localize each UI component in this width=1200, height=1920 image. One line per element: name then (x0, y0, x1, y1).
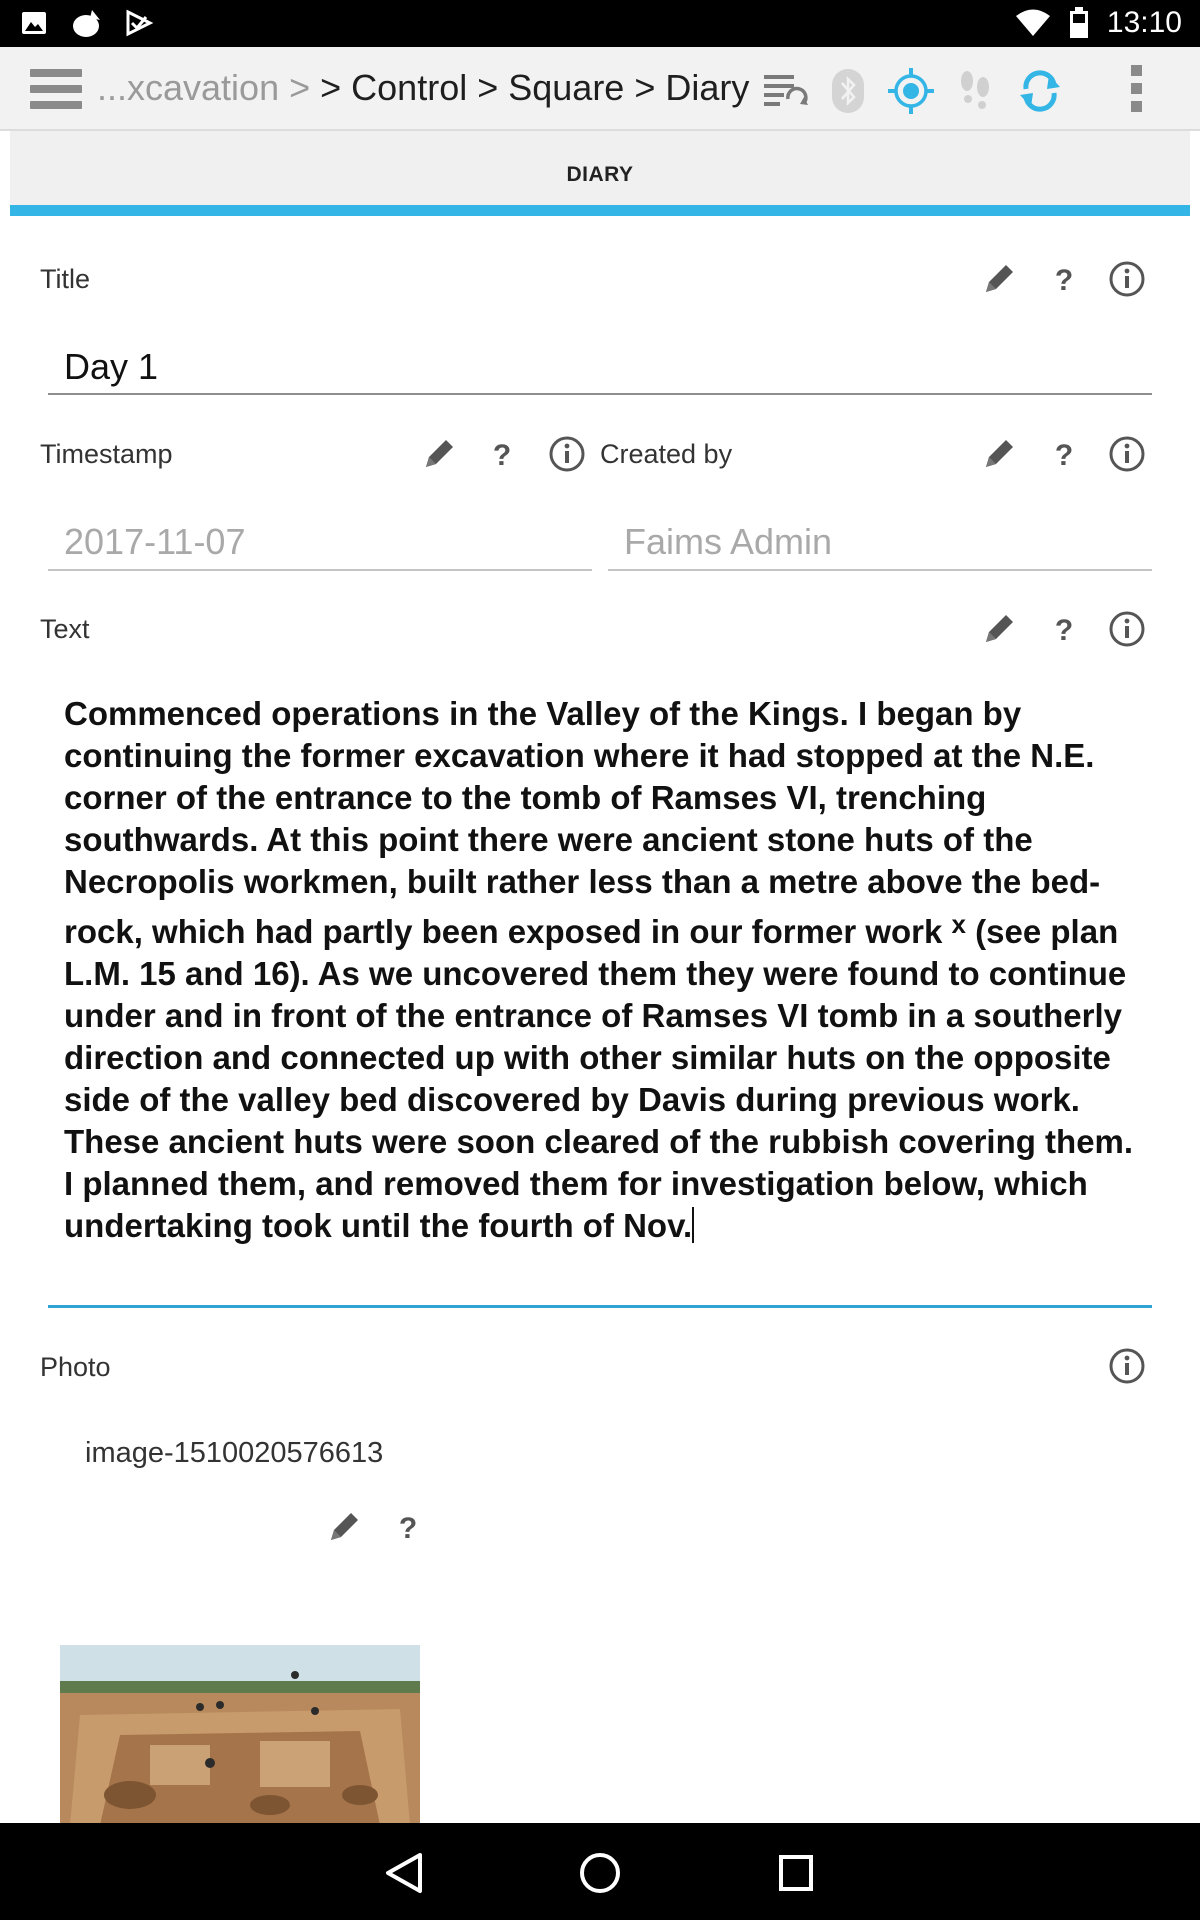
question-mark-icon[interactable]: ? (483, 435, 521, 473)
timestamp-label: Timestamp (40, 439, 173, 469)
download-done-notification-icon (126, 9, 154, 37)
timestamp-input: 2017-11-07 (64, 521, 246, 562)
bluetooth-icon[interactable] (824, 67, 872, 115)
clock: 13:10 (1106, 6, 1182, 39)
breadcrumb-current[interactable]: > Control > Square > Diary (320, 67, 749, 108)
svg-text:?: ? (493, 439, 511, 472)
info-icon[interactable] (1108, 435, 1146, 473)
text-cursor (692, 1207, 695, 1243)
image-notification-icon (22, 12, 46, 34)
title-label: Title (40, 264, 91, 294)
gps-icon[interactable] (887, 67, 935, 115)
recents-icon[interactable] (778, 1853, 814, 1893)
drawer-menu-icon[interactable] (30, 69, 82, 109)
created-by-label: Created by (600, 439, 733, 469)
photo-file-name[interactable]: image-1510020576613 (85, 1437, 383, 1470)
pencil-icon[interactable] (980, 610, 1018, 648)
navigation-bar (0, 1823, 1200, 1920)
excavation-photo-image (60, 1645, 420, 1825)
pencil-icon[interactable] (325, 1508, 363, 1546)
overflow-menu-icon[interactable] (1124, 65, 1148, 117)
question-mark-icon[interactable]: ? (389, 1508, 427, 1546)
svg-text:?: ? (399, 1512, 417, 1545)
notification-icons (20, 8, 154, 38)
question-mark-icon[interactable]: ? (1045, 435, 1083, 473)
cat-app-notification-icon (73, 10, 100, 37)
battery-icon (1069, 7, 1088, 38)
wifi-icon (1015, 9, 1050, 36)
system-status: 13:10 (1015, 6, 1182, 40)
title-underline (48, 393, 1152, 395)
photo-thumbnail[interactable] (60, 1645, 420, 1825)
question-mark-icon[interactable]: ? (1045, 610, 1083, 648)
text-underline-focused (48, 1305, 1152, 1308)
pencil-icon[interactable] (980, 260, 1018, 298)
text-label: Text (40, 614, 90, 644)
status-bar: 13:10 (0, 0, 1200, 47)
pencil-icon[interactable] (980, 435, 1018, 473)
tab-label: DIARY (566, 163, 634, 186)
created-by-underline (608, 569, 1152, 571)
timestamp-underline (48, 569, 592, 571)
home-icon[interactable] (578, 1851, 622, 1895)
photo-label: Photo (40, 1352, 111, 1382)
back-icon[interactable] (384, 1851, 424, 1895)
refresh-icon[interactable] (1016, 67, 1064, 115)
info-icon[interactable] (1108, 260, 1146, 298)
breadcrumb: ...xcavation > > Control > Square > Diar… (97, 67, 749, 109)
tab-indicator (10, 205, 1190, 216)
text-body-part-2: (see plan L.M. 15 and 16). As we uncover… (64, 913, 1134, 1244)
tracking-footsteps-icon[interactable] (951, 67, 999, 115)
question-mark-icon[interactable]: ? (1045, 260, 1083, 298)
breadcrumb-parent[interactable]: ...xcavation > (97, 67, 310, 108)
title-input[interactable]: Day 1 (64, 346, 158, 388)
svg-text:?: ? (1055, 614, 1073, 647)
tab-diary[interactable]: DIARY (10, 131, 1190, 205)
info-icon[interactable] (548, 435, 586, 473)
text-input[interactable]: Commenced operations in the Valley of th… (64, 693, 1144, 1247)
sync-settings-icon[interactable] (762, 67, 810, 115)
svg-text:?: ? (1055, 264, 1073, 297)
action-bar: ...xcavation > > Control > Square > Diar… (0, 47, 1200, 131)
info-icon[interactable] (1108, 610, 1146, 648)
svg-text:?: ? (1055, 439, 1073, 472)
pencil-icon[interactable] (420, 435, 458, 473)
created-by-input: Faims Admin (624, 521, 833, 562)
footnote-marker: x (951, 909, 967, 939)
info-icon[interactable] (1108, 1347, 1146, 1385)
text-body-part-1: Commenced operations in the Valley of th… (64, 695, 1101, 950)
